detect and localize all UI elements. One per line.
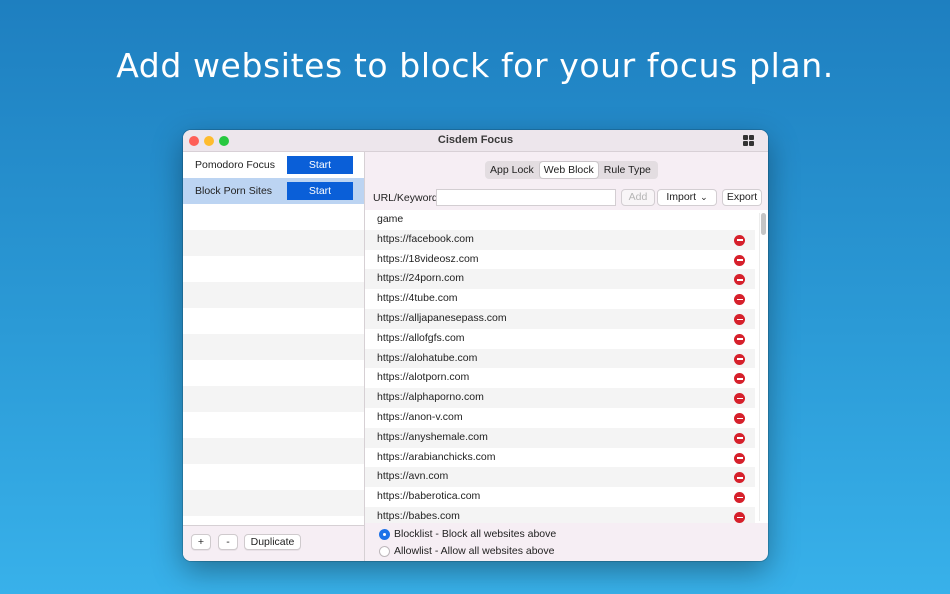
radio-button-selected[interactable]: [379, 528, 390, 540]
list-item[interactable]: https://18videosz.com: [365, 250, 755, 270]
remove-icon[interactable]: [734, 333, 745, 345]
empty-row: [183, 490, 364, 516]
title-bar: Cisdem Focus: [183, 130, 768, 152]
chevron-down-icon: ⌄: [700, 192, 708, 202]
site-url: https://arabianchicks.com: [377, 450, 496, 463]
site-url: https://anon-v.com: [377, 411, 463, 423]
remove-icon[interactable]: [734, 413, 745, 424]
empty-row: [183, 230, 364, 256]
url-keyword-label: URL/Keyword: [373, 192, 438, 204]
window-title: Cisdem Focus: [437, 134, 514, 146]
import-label: Import: [666, 191, 697, 203]
remove-icon[interactable]: [734, 492, 745, 504]
empty-row: [183, 334, 364, 360]
blocklist-label: Blocklist - Block all websites above: [394, 528, 557, 540]
site-url: https://baberotica.com: [377, 490, 481, 503]
blocklist-option[interactable]: Blocklist - Block all websites above: [379, 528, 556, 540]
list-item[interactable]: https://baberotica.com: [365, 487, 755, 507]
plan-item-pomodoro-focus[interactable]: Pomodoro Focus Start: [183, 152, 364, 178]
list-item[interactable]: https://alphaporno.com: [365, 388, 755, 408]
site-url: game: [377, 213, 404, 225]
list-item[interactable]: https://anon-v.com: [365, 408, 755, 428]
remove-icon[interactable]: [734, 452, 745, 464]
allowlist-label: Allowlist - Allow all websites above: [394, 545, 555, 557]
import-button[interactable]: Import ⌄: [657, 189, 717, 206]
site-url: https://alotporn.com: [377, 371, 470, 384]
list-item[interactable]: https://alljapanesepass.com: [365, 309, 755, 329]
list-item[interactable]: https://babes.com: [365, 507, 755, 523]
tab-web-block[interactable]: Web Block: [539, 162, 598, 178]
headline: Add websites to block for your focus pla…: [116, 46, 834, 85]
remove-icon[interactable]: [734, 373, 745, 385]
remove-icon[interactable]: [734, 472, 745, 484]
plan-name: Pomodoro Focus: [195, 159, 275, 171]
remove-icon[interactable]: [734, 512, 745, 523]
allowlist-option[interactable]: Allowlist - Allow all websites above: [379, 545, 554, 557]
remove-icon[interactable]: [734, 234, 745, 246]
remove-icon[interactable]: [734, 393, 745, 405]
add-plan-button[interactable]: +: [191, 534, 211, 550]
list-item[interactable]: game: [365, 210, 755, 230]
site-url: https://alphaporno.com: [377, 391, 484, 404]
remove-icon[interactable]: [734, 432, 745, 444]
empty-row: [183, 438, 364, 464]
site-url: https://alohatube.com: [377, 351, 478, 364]
list-item[interactable]: https://allofgfs.com: [365, 329, 755, 349]
tab-app-lock[interactable]: App Lock: [486, 162, 538, 178]
plan-sidebar: Pomodoro Focus Start Block Porn Sites St…: [183, 152, 365, 561]
blocked-sites-list: game https://facebook.com https://18vide…: [365, 210, 768, 523]
list-item[interactable]: https://arabianchicks.com: [365, 448, 755, 468]
remove-icon[interactable]: [734, 254, 745, 266]
remove-icon[interactable]: [734, 294, 745, 306]
plan-item-block-porn-sites[interactable]: Block Porn Sites Start: [183, 178, 364, 204]
site-url: https://babes.com: [377, 510, 460, 522]
list-item[interactable]: https://alotporn.com: [365, 368, 755, 388]
site-url: https://alljapanesepass.com: [377, 312, 507, 324]
scroll-thumb[interactable]: [761, 213, 766, 235]
empty-row: [183, 282, 364, 308]
list-item[interactable]: https://4tube.com: [365, 289, 755, 309]
sidebar-toolbar: + - Duplicate: [183, 525, 364, 561]
site-url: https://anyshemale.com: [377, 430, 488, 443]
url-keyword-input[interactable]: [436, 189, 616, 206]
site-url: https://24porn.com: [377, 272, 464, 285]
site-url: https://allofgfs.com: [377, 331, 465, 344]
add-url-button[interactable]: Add: [621, 189, 655, 206]
site-url: https://4tube.com: [377, 292, 458, 305]
list-item[interactable]: https://facebook.com: [365, 229, 755, 250]
mode-tabs: App Lock Web Block Rule Type: [485, 161, 658, 179]
radio-button[interactable]: [379, 545, 390, 557]
start-button[interactable]: Start: [287, 156, 353, 174]
remove-icon[interactable]: [734, 314, 745, 325]
site-url: https://facebook.com: [377, 232, 474, 245]
site-url: https://18videosz.com: [377, 252, 479, 265]
app-window: Cisdem Focus Pomodoro Focus Start Block …: [183, 130, 768, 561]
remove-icon[interactable]: [734, 274, 745, 286]
grid-icon[interactable]: [743, 135, 754, 146]
list-item[interactable]: https://anyshemale.com: [365, 427, 755, 448]
remove-icon[interactable]: [734, 353, 745, 365]
list-item[interactable]: https://24porn.com: [365, 269, 755, 290]
remove-plan-button[interactable]: -: [218, 534, 238, 550]
web-block-panel: App Lock Web Block Rule Type URL/Keyword…: [365, 152, 768, 561]
site-url: https://avn.com: [377, 470, 449, 483]
empty-row: [183, 386, 364, 412]
export-button[interactable]: Export: [722, 189, 762, 206]
list-scrollbar[interactable]: [759, 213, 766, 521]
duplicate-plan-button[interactable]: Duplicate: [244, 534, 301, 550]
plan-name: Block Porn Sites: [195, 185, 273, 197]
start-button[interactable]: Start: [287, 182, 353, 200]
tab-rule-type[interactable]: Rule Type: [600, 162, 655, 178]
list-item[interactable]: https://avn.com: [365, 467, 755, 488]
list-item[interactable]: https://alohatube.com: [365, 348, 755, 369]
